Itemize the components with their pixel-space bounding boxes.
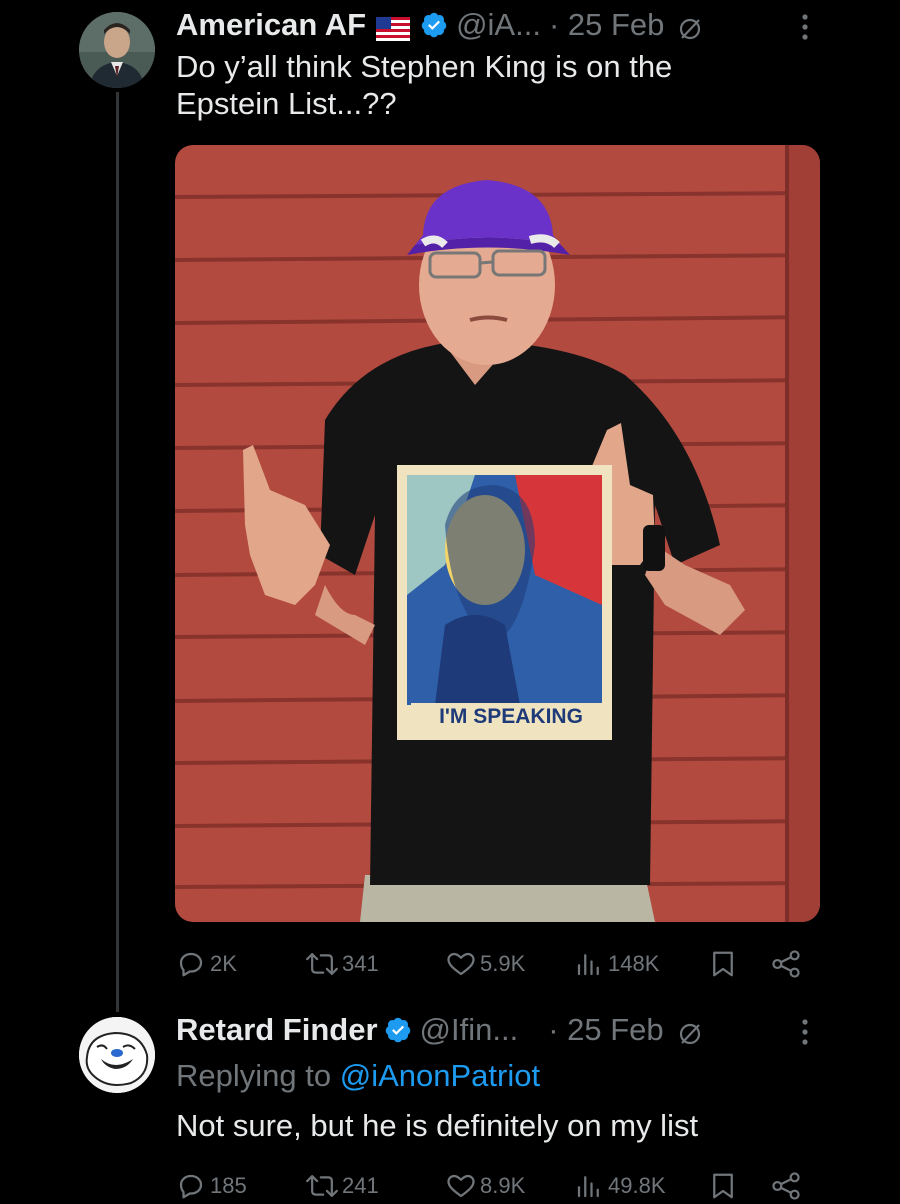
replying-to-mention[interactable]: @iAnonPatriot <box>340 1058 540 1093</box>
tweet-text-line: Epstein List...?? <box>176 86 397 121</box>
views-button[interactable]: 49.8K <box>574 1171 666 1201</box>
like-count: 5.9K <box>480 951 526 976</box>
reply-avatar[interactable] <box>79 1017 155 1093</box>
tweet-text-line: Do y’all think Stephen King is on the <box>176 49 673 84</box>
retweet-icon <box>306 953 338 975</box>
retweet-button[interactable]: 241 <box>306 1171 379 1201</box>
tweet-actions: 2K 341 5.9K 148K <box>176 946 816 982</box>
tweet-text: Do y’all think Stephen King is on the Ep… <box>176 48 672 122</box>
views-icon <box>577 954 599 976</box>
handle[interactable]: @iA... <box>456 7 541 43</box>
retweet-button[interactable]: 341 <box>306 949 379 979</box>
like-button[interactable]: 5.9K <box>446 949 525 979</box>
like-button[interactable]: 8.9K <box>446 1171 525 1201</box>
retweet-icon <box>306 1175 338 1197</box>
views-count: 148K <box>608 951 660 976</box>
share-button[interactable] <box>770 1171 806 1201</box>
photo-illustration <box>175 145 820 922</box>
replying-to: Replying to @iAnonPatriot <box>176 1057 540 1094</box>
thread-line <box>116 92 119 1012</box>
retweet-count: 341 <box>342 951 379 976</box>
retweet-count: 241 <box>342 1173 379 1198</box>
reply-handle[interactable]: @Ifin... <box>420 1012 519 1048</box>
shirt-caption: I'M SPEAKING <box>411 703 611 731</box>
share-icon <box>772 950 800 978</box>
reply-count: 185 <box>210 1173 247 1198</box>
share-button[interactable] <box>770 949 806 979</box>
reply-count: 2K <box>210 951 237 976</box>
avatar[interactable] <box>79 12 155 88</box>
mute-icon <box>678 13 702 40</box>
timestamp[interactable]: · 25 Feb <box>549 7 664 43</box>
bookmark-button[interactable] <box>710 1171 740 1201</box>
replying-to-label: Replying to <box>176 1058 340 1093</box>
reply-button[interactable]: 185 <box>176 1171 247 1201</box>
views-icon <box>577 1176 599 1198</box>
reply-icon <box>179 952 203 977</box>
views-button[interactable]: 148K <box>574 949 659 979</box>
reply-text: Not sure, but he is definitely on my lis… <box>176 1108 699 1143</box>
like-icon <box>447 952 475 976</box>
more-icon[interactable] <box>800 12 810 42</box>
display-name[interactable]: American AF <box>176 7 366 43</box>
like-icon <box>447 1174 475 1198</box>
reply-actions: 185 241 8.9K 49.8K <box>176 1168 816 1204</box>
reply-icon <box>179 1174 203 1199</box>
reply-display-name[interactable]: Retard Finder <box>176 1012 378 1048</box>
bookmark-icon <box>713 951 733 977</box>
verified-badge-icon <box>384 1016 412 1044</box>
share-icon <box>772 1172 800 1200</box>
bookmark-icon <box>713 1173 733 1199</box>
reply-button[interactable]: 2K <box>176 949 237 979</box>
more-icon[interactable] <box>800 1017 810 1047</box>
like-count: 8.9K <box>480 1173 526 1198</box>
reply-timestamp[interactable]: · 25 Feb <box>548 1012 663 1048</box>
mute-icon <box>678 1018 702 1045</box>
verified-badge-icon <box>420 11 448 39</box>
bookmark-button[interactable] <box>710 949 740 979</box>
reply-header: Retard Finder @Ifin... · 25 Feb <box>176 1012 702 1048</box>
tweet-photo[interactable]: I'M SPEAKING <box>175 145 820 922</box>
views-count: 49.8K <box>608 1173 666 1198</box>
tweet-header: American AF @iA... · 25 Feb <box>176 7 702 43</box>
flag-us-icon <box>376 13 411 41</box>
